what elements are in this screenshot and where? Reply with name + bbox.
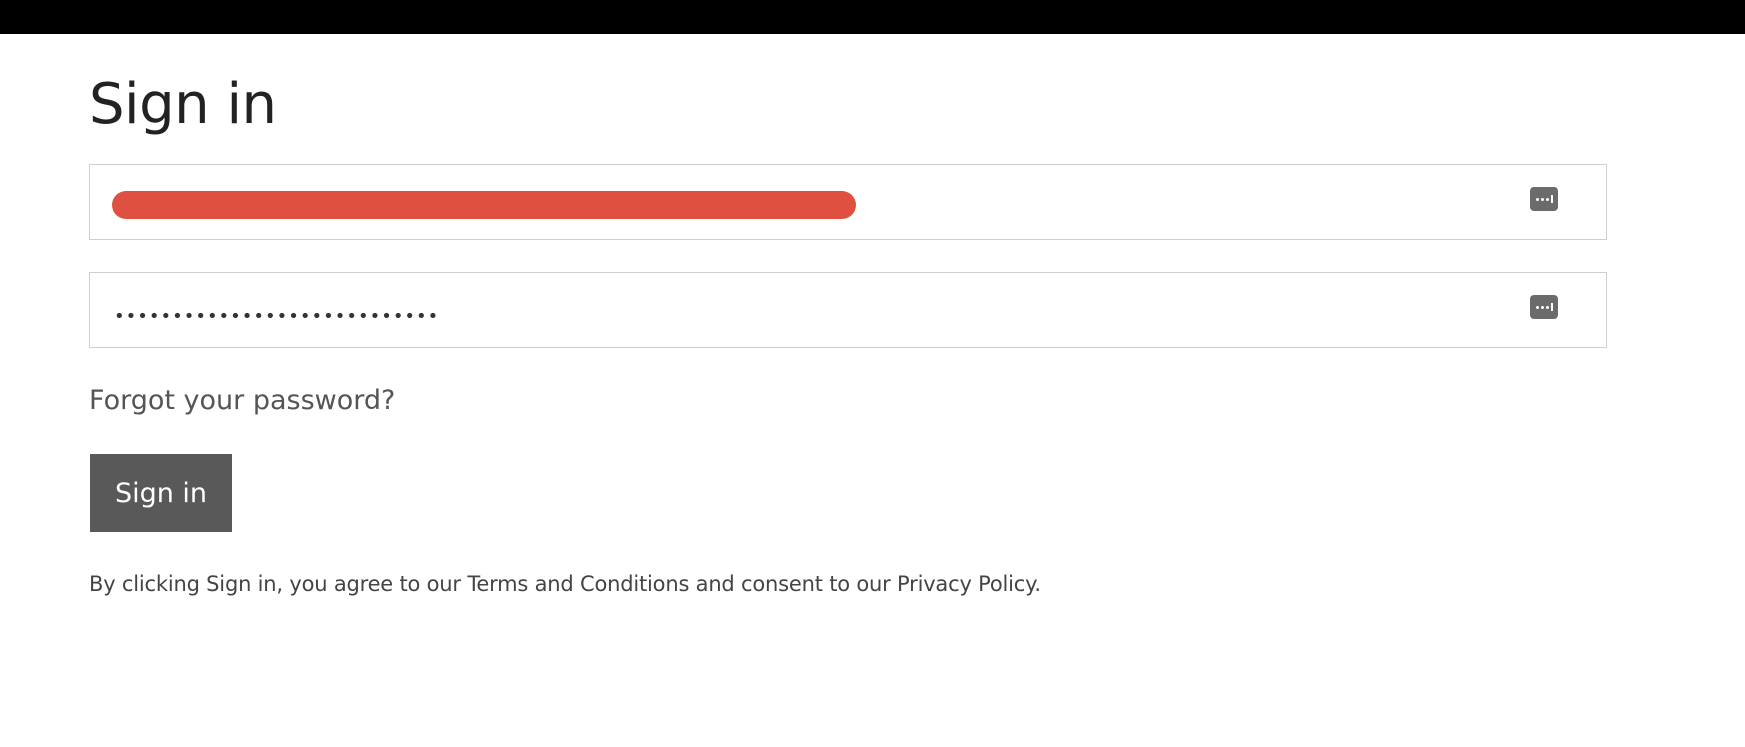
page-title: Sign in [89,72,277,137]
key-dot [1540,197,1544,201]
password-manager-key-icon[interactable] [1530,295,1558,319]
password-manager-key-icon[interactable] [1530,187,1558,211]
key-dot [1535,197,1539,201]
sign-in-button[interactable]: Sign in [90,454,232,532]
forgot-password-link[interactable]: Forgot your password? [89,383,395,419]
key-dot [1535,305,1539,309]
legal-consent-text: By clicking Sign in, you agree to our Te… [89,572,1041,596]
key-dot [1540,305,1544,309]
password-field[interactable] [90,273,1606,347]
redaction-overlay [112,191,856,219]
key-bar [1550,195,1553,203]
key-dot [1545,305,1549,309]
email-field-container [89,164,1607,240]
password-field-container [89,272,1607,348]
key-dot [1545,197,1549,201]
key-bar [1550,303,1553,311]
top-bar [0,0,1745,34]
